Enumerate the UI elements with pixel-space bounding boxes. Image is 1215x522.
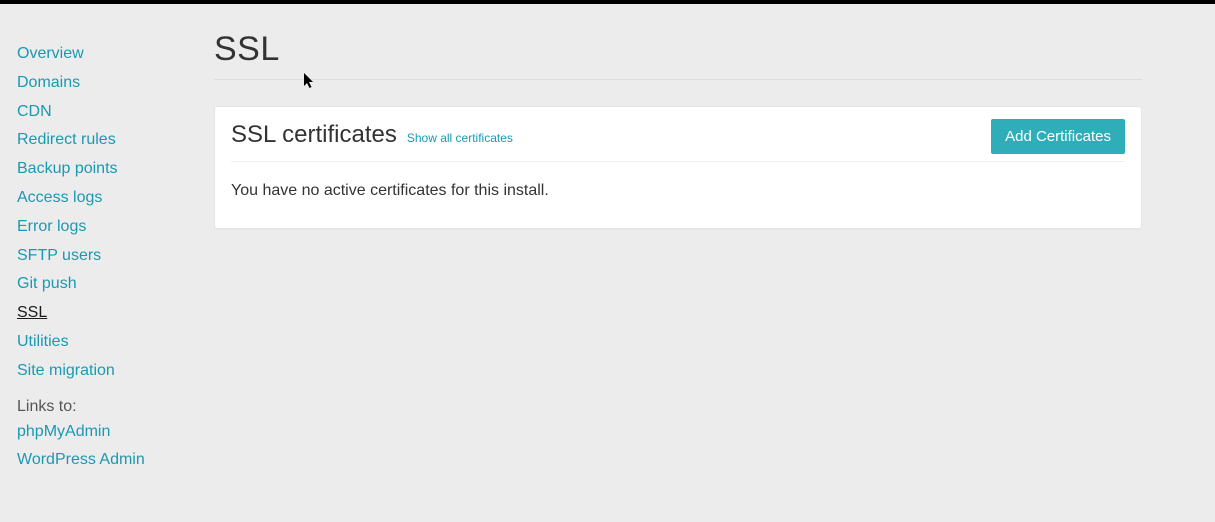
empty-certificates-message: You have no active certificates for this… bbox=[231, 182, 1125, 200]
sidebar-item-sftp-users[interactable]: SFTP users bbox=[17, 244, 101, 269]
external-links-list: phpMyAdmin WordPress Admin bbox=[17, 420, 200, 474]
sidebar-list: Overview Domains CDN Redirect rules Back… bbox=[17, 42, 200, 384]
sidebar-item-overview[interactable]: Overview bbox=[17, 42, 84, 67]
ssl-certificates-panel: SSL certificates Show all certificates A… bbox=[214, 106, 1142, 229]
link-phpmyadmin[interactable]: phpMyAdmin bbox=[17, 420, 110, 445]
sidebar-item-domains[interactable]: Domains bbox=[17, 71, 80, 96]
title-divider bbox=[214, 79, 1142, 80]
page-title: SSL bbox=[214, 30, 1142, 69]
main-content: SSL SSL certificates Show all certificat… bbox=[200, 18, 1180, 477]
show-all-certificates-link[interactable]: Show all certificates bbox=[407, 131, 513, 145]
sidebar-item-error-logs[interactable]: Error logs bbox=[17, 215, 86, 240]
add-certificates-button[interactable]: Add Certificates bbox=[991, 119, 1125, 154]
sidebar-item-backup-points[interactable]: Backup points bbox=[17, 157, 118, 182]
sidebar-item-utilities[interactable]: Utilities bbox=[17, 330, 69, 355]
sidebar-item-site-migration[interactable]: Site migration bbox=[17, 359, 115, 384]
sidebar-item-ssl[interactable]: SSL bbox=[17, 301, 47, 326]
sidebar-nav: Overview Domains CDN Redirect rules Back… bbox=[0, 18, 200, 477]
sidebar-item-redirect-rules[interactable]: Redirect rules bbox=[17, 128, 116, 153]
sidebar-item-access-logs[interactable]: Access logs bbox=[17, 186, 102, 211]
panel-header: SSL certificates Show all certificates A… bbox=[231, 121, 1125, 162]
sidebar-item-git-push[interactable]: Git push bbox=[17, 272, 77, 297]
links-header: Links to: bbox=[17, 398, 200, 416]
link-wordpress-admin[interactable]: WordPress Admin bbox=[17, 448, 145, 473]
sidebar-item-cdn[interactable]: CDN bbox=[17, 100, 52, 125]
panel-title: SSL certificates bbox=[231, 121, 397, 149]
page-layout: Overview Domains CDN Redirect rules Back… bbox=[0, 4, 1215, 477]
